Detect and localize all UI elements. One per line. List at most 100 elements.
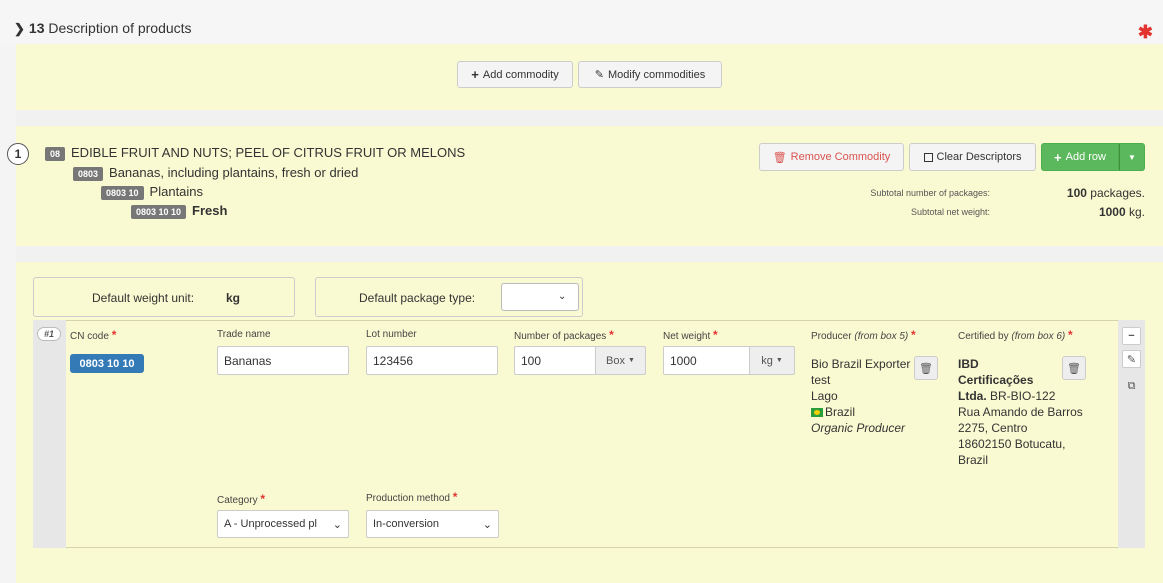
default-weight-value[interactable]: kg [226, 291, 240, 305]
hierarchy-text: Bananas, including plantains, fresh or d… [109, 165, 359, 180]
hierarchy-text: Fresh [192, 203, 228, 218]
add-commodity-label: Add commodity [482, 68, 559, 81]
clear-descriptors-label: Clear Descriptors [936, 151, 1022, 163]
add-commodity-button[interactable]: + Add commodity [457, 61, 573, 88]
minus-icon: − [1128, 330, 1135, 342]
required-asterisk-icon: * [1068, 328, 1073, 342]
hierarchy-level-4: 0803 10 10 Fresh [131, 203, 227, 219]
subtotal-packages: 100 packages. [1000, 186, 1145, 200]
add-row-button[interactable]: + Add row [1041, 143, 1119, 171]
production-method-select[interactable]: In-conversion ⌄ [366, 510, 499, 538]
modify-commodities-button[interactable]: ✎ Modify commodities [578, 61, 722, 88]
subtotal-weight-value: 1000 [1098, 205, 1126, 219]
required-asterisk-icon: * [260, 492, 266, 506]
producer-city: Lago [811, 389, 838, 403]
hierarchy-level-1: 08 EDIBLE FRUIT AND NUTS; PEEL OF CITRUS … [45, 145, 465, 161]
label-text: Category [217, 495, 258, 506]
lot-number-label: Lot number [366, 329, 417, 340]
trash-icon: 🗑 [772, 151, 787, 164]
divider [16, 110, 1163, 126]
chevron-right-icon[interactable]: ❯ [14, 21, 25, 36]
label-text: Certified by [958, 331, 1009, 342]
category-value: A - Unprocessed pl [224, 518, 317, 530]
checkbox-icon [923, 152, 933, 162]
certifier-address: 2275, Centro [958, 421, 1028, 435]
remove-commodity-label: Remove Commodity [790, 151, 891, 163]
producer-info: Bio Brazil Exporter test Lago Brazil Org… [811, 356, 911, 436]
plus-icon: + [1054, 149, 1062, 165]
default-package-select[interactable]: ⌄ [501, 283, 579, 311]
cn-code-badge[interactable]: 0803 10 10 [70, 354, 144, 373]
divider [16, 246, 1163, 262]
required-asterisk-icon: * [713, 328, 718, 342]
required-asterisk-icon: * [111, 328, 117, 342]
caret-down-icon: ▼ [775, 357, 783, 364]
net-weight-input[interactable]: 1000 [663, 346, 750, 375]
subtotal-weight: 1000 kg. [1000, 205, 1145, 219]
modify-commodities-label: Modify commodities [608, 68, 706, 81]
certified-label: Certified by (from box 6) * [958, 328, 1073, 342]
producer-country: Brazil [811, 404, 911, 420]
remove-producer-button[interactable]: 🗑 [914, 356, 938, 380]
pencil-icon: ✎ [594, 69, 604, 81]
copy-row-button[interactable]: ⧉ [1122, 377, 1141, 395]
copy-icon: ⧉ [1127, 379, 1136, 392]
production-method-value: In-conversion [373, 518, 440, 530]
chevron-down-icon: ⌄ [332, 518, 342, 531]
trade-name-input[interactable]: Bananas [217, 346, 349, 375]
num-packages-input[interactable]: 100 [514, 346, 596, 375]
hierarchy-level-3: 0803 10 Plantains [101, 184, 203, 200]
add-row-dropdown-button[interactable]: ▼ [1119, 143, 1145, 171]
remove-certifier-button[interactable]: 🗑 [1062, 356, 1086, 380]
certifier-code: BR-BIO-122 [990, 389, 1056, 403]
weight-unit-dropdown[interactable]: kg ▼ [750, 346, 795, 375]
package-unit-value: Box [606, 354, 626, 367]
edit-row-button[interactable]: ✎ [1122, 350, 1141, 368]
required-asterisk-icon: ✱ [1137, 22, 1153, 42]
hierarchy-text: Plantains [149, 184, 204, 199]
hs-code-tag: 0803 [73, 166, 104, 181]
required-asterisk-icon: * [452, 490, 458, 504]
chevron-down-icon: ⌄ [558, 291, 567, 302]
num-packages-label: Number of packages * [514, 328, 614, 342]
subtotal-weight-label: Subtotal net weight: [910, 207, 990, 217]
trash-icon: 🗑 [919, 362, 933, 375]
trash-icon: 🗑 [1067, 362, 1081, 375]
certifier-name-code: Ltda. BR-BIO-122 [958, 388, 1098, 404]
producer-country-name: Brazil [825, 405, 856, 419]
add-row-label: Add row [1065, 151, 1106, 163]
lot-number-input[interactable]: 123456 [366, 346, 498, 375]
subtotal-weight-unit: kg. [1128, 205, 1145, 219]
chevron-down-icon: ⌄ [482, 518, 492, 531]
trade-name-label: Trade name [217, 329, 271, 340]
pencil-icon: ✎ [1126, 353, 1137, 366]
required-asterisk-icon: * [609, 328, 614, 342]
producer-name-cont: test [811, 373, 831, 387]
package-unit-dropdown[interactable]: Box ▼ [596, 346, 646, 375]
weight-unit-value: kg [761, 354, 773, 367]
certifier-name-suffix: Ltda. [958, 389, 987, 403]
label-text: Number of packages [514, 331, 607, 342]
label-text: Net weight [663, 331, 711, 342]
certifier-address: Rua Amando de Barros [958, 405, 1083, 419]
producer-label: Producer (from box 5) * [811, 328, 916, 342]
label-text: CN code [70, 331, 109, 342]
section-title[interactable]: ❯ 13 Description of products [14, 20, 192, 37]
section-title-text: Description of products [48, 20, 192, 36]
clear-descriptors-button[interactable]: Clear Descriptors [909, 143, 1036, 171]
subtotal-packages-unit: packages. [1090, 186, 1145, 200]
collapse-row-button[interactable]: − [1122, 327, 1141, 345]
category-select[interactable]: A - Unprocessed pl ⌄ [217, 510, 349, 538]
certifier-address: 18602150 Botucatu, [958, 437, 1066, 451]
cn-code-label: CN code * [70, 328, 116, 342]
hierarchy-text: EDIBLE FRUIT AND NUTS; PEEL OF CITRUS FR… [71, 145, 466, 160]
page: ❯ 13 Description of products ✱ + Add commo… [0, 0, 1163, 583]
label-text: Producer [811, 331, 852, 342]
default-weight-box: Default weight unit: kg [33, 277, 295, 317]
caret-down-icon: ▼ [628, 357, 635, 364]
label-note: (from box 5) [854, 331, 909, 342]
producer-name: Bio Brazil Exporter [811, 357, 911, 371]
label-note: (from box 6) [1011, 331, 1066, 342]
remove-commodity-button[interactable]: 🗑 Remove Commodity [759, 143, 904, 171]
subtotal-packages-label: Subtotal number of packages: [870, 188, 990, 198]
